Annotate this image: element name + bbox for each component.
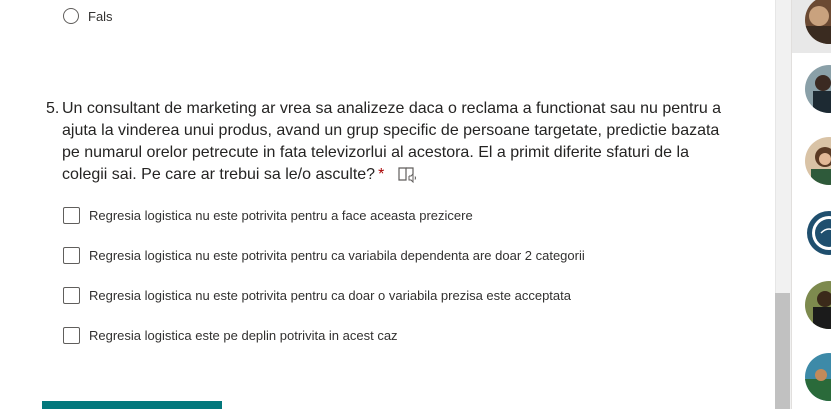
participants-panel [791,0,831,409]
option-fals[interactable]: Fals [63,8,113,24]
checkbox[interactable] [63,207,80,224]
required-marker: * [378,166,385,183]
option-1[interactable]: Regresia logistica nu este potrivita pen… [63,207,473,224]
immersive-reader-icon[interactable] [397,165,417,190]
checkbox[interactable] [63,287,80,304]
option-label: Regresia logistica nu este potrivita pen… [89,208,473,223]
option-label: Regresia logistica este pe deplin potriv… [89,328,398,343]
option-4[interactable]: Regresia logistica este pe deplin potriv… [63,327,398,344]
option-2[interactable]: Regresia logistica nu este potrivita pen… [63,247,585,264]
submit-button[interactable] [42,401,222,409]
radio-button[interactable] [63,8,79,24]
question-number: 5. [46,100,60,117]
option-label: Fals [88,8,113,24]
option-label: Regresia logistica nu este potrivita pen… [89,248,585,263]
form-content: Fals 5. Un consultant de marketing ar vr… [0,0,775,409]
option-3[interactable]: Regresia logistica nu este potrivita pen… [63,287,571,304]
scrollbar-thumb[interactable] [775,293,790,409]
checkbox[interactable] [63,327,80,344]
question-text: Un consultant de marketing ar vrea sa an… [62,100,722,183]
question-5: 5. Un consultant de marketing ar vrea sa… [46,98,736,190]
option-label: Regresia logistica nu este potrivita pen… [89,288,571,303]
checkbox[interactable] [63,247,80,264]
